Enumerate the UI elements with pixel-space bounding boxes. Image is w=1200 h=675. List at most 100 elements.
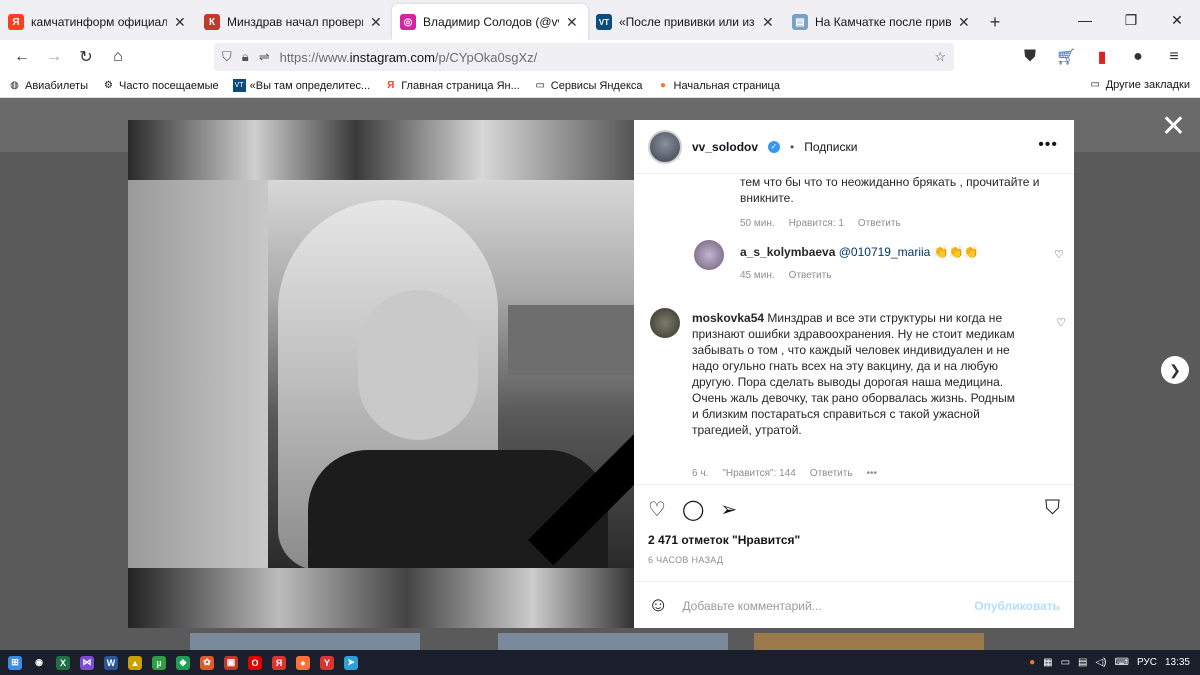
- pocket-icon[interactable]: ⛊: [1014, 42, 1046, 72]
- system-tray: ● ▦ ▭ ▤ ◁) ⌨ РУС 13:35: [1029, 650, 1190, 675]
- app-icon[interactable]: ⋈: [80, 655, 94, 670]
- close-icon[interactable]: ✕: [762, 14, 776, 31]
- comment-username[interactable]: moskovka54: [692, 311, 764, 325]
- restore-icon[interactable]: ❐: [1108, 0, 1154, 40]
- publish-button[interactable]: Опубликовать: [974, 599, 1060, 613]
- post-photo[interactable]: [128, 120, 634, 628]
- network-icon[interactable]: ▤: [1078, 657, 1087, 668]
- avatar[interactable]: [650, 308, 680, 338]
- bookmark-item[interactable]: VT «Вы там определитес...: [232, 79, 370, 92]
- verified-icon: ✓: [768, 140, 781, 153]
- telegram-icon[interactable]: ➤: [344, 655, 358, 670]
- likes-count[interactable]: 2 471 отметок "Нравится": [648, 533, 800, 547]
- avatar[interactable]: [694, 240, 724, 270]
- keyboard-icon[interactable]: ⌨: [1115, 657, 1129, 668]
- username[interactable]: vv_solodov: [692, 140, 758, 154]
- excel-icon[interactable]: X: [56, 655, 70, 670]
- firefox-icon[interactable]: ●: [1029, 657, 1035, 668]
- vt-icon: VT: [232, 79, 246, 92]
- wifi-icon[interactable]: ◉: [32, 656, 46, 670]
- avatar[interactable]: [648, 129, 682, 164]
- toolbar-right: ⛊ 🛒︎ ▮ ● ≡: [1014, 42, 1190, 72]
- close-icon[interactable]: ✕: [174, 14, 188, 31]
- word-icon[interactable]: W: [104, 655, 118, 670]
- close-window-icon[interactable]: ✕: [1154, 0, 1200, 40]
- app-icon[interactable]: ◆: [176, 655, 190, 670]
- volume-icon[interactable]: ◁): [1095, 657, 1106, 668]
- app-icon[interactable]: Я: [272, 655, 286, 670]
- reload-icon[interactable]: ↻: [70, 42, 102, 72]
- star-icon[interactable]: ☆: [934, 49, 946, 65]
- bookmark-item[interactable]: Я Главная страница Ян...: [384, 79, 520, 92]
- shield-icon[interactable]: ⛉: [222, 49, 232, 65]
- app-icon[interactable]: ✿: [200, 655, 214, 670]
- close-icon[interactable]: ✕: [370, 14, 384, 31]
- clock[interactable]: 13:35: [1165, 657, 1190, 668]
- network-icon[interactable]: ▦: [1043, 657, 1052, 668]
- url-text[interactable]: https://www.instagram.com/p/CYpOka0sgXz/: [280, 50, 925, 65]
- permissions-icon[interactable]: ⇌: [259, 49, 270, 65]
- comment-input[interactable]: Добавьте комментарий...: [682, 599, 960, 613]
- yandex-browser-icon[interactable]: Y: [320, 655, 334, 670]
- app-icon[interactable]: ▲: [128, 655, 142, 670]
- home-icon[interactable]: ⌂: [102, 42, 134, 72]
- new-tab-button[interactable]: +: [980, 4, 1010, 40]
- reply-button[interactable]: Ответить: [810, 468, 853, 479]
- like-comment-icon[interactable]: ♡: [1054, 248, 1064, 261]
- opera-icon[interactable]: O: [248, 655, 262, 670]
- next-arrow-icon[interactable]: ❯: [1161, 356, 1189, 384]
- start-icon[interactable]: ⊞: [8, 655, 22, 670]
- bookmark-icon[interactable]: ⛉: [1045, 497, 1060, 520]
- tab-4[interactable]: ▤ На Камчатке после прививки ✕: [784, 4, 980, 40]
- battery-icon[interactable]: ▭: [1061, 657, 1070, 668]
- other-bookmarks[interactable]: ▭ Другие закладки: [1089, 78, 1190, 91]
- post-time: 6 ЧАСОВ НАЗАД: [648, 555, 724, 565]
- more-options-icon[interactable]: •••: [867, 468, 878, 479]
- tab-3[interactable]: VT «После прививки или из-за пр ✕: [588, 4, 784, 40]
- lock-icon[interactable]: 🔒︎: [242, 49, 249, 65]
- firefox-icon[interactable]: ●: [296, 655, 310, 670]
- like-comment-icon[interactable]: ♡: [1056, 316, 1066, 329]
- folder-icon: ▭: [535, 80, 545, 91]
- tab-2-active[interactable]: ◎ Владимир Солодов (@vv_solo ✕: [392, 4, 588, 40]
- account-icon[interactable]: ●: [1122, 42, 1154, 72]
- close-icon[interactable]: ✕: [1161, 112, 1186, 142]
- menu-icon[interactable]: ≡: [1158, 42, 1190, 72]
- emoji-icon[interactable]: ☺: [648, 594, 668, 617]
- extension-icon[interactable]: ▮: [1086, 42, 1118, 72]
- more-options-icon[interactable]: •••: [1038, 136, 1058, 154]
- share-icon[interactable]: ➢: [720, 497, 737, 522]
- bookmark-item[interactable]: ◍ Авиабилеты: [8, 79, 88, 92]
- post-actions: ♡ ◯ ➢ ⛉ 2 471 отметок "Нравится" 6 ЧАСОВ…: [634, 484, 1074, 628]
- bookmark-folder[interactable]: ▭ Сервисы Яндекса: [534, 79, 643, 92]
- bookmark-item[interactable]: ⚙ Часто посещаемые: [102, 79, 219, 92]
- minimize-icon[interactable]: —: [1062, 0, 1108, 40]
- comment-meta: 45 мин. Ответить: [740, 270, 832, 281]
- reply-button[interactable]: Ответить: [789, 270, 832, 281]
- tab-title: На Камчатке после прививки: [815, 15, 951, 29]
- tab-1[interactable]: К Минздрав начал проверку по ✕: [196, 4, 392, 40]
- comment-icon[interactable]: ◯: [682, 497, 704, 522]
- close-icon[interactable]: ✕: [566, 14, 580, 31]
- app-icon[interactable]: ▣: [224, 655, 238, 670]
- yandex-icon: Я: [8, 14, 24, 30]
- tab-0[interactable]: Я камчатинформ официальный ✕: [0, 4, 196, 40]
- taskbar: ⊞ ◉ X ⋈ W ▲ µ ◆ ✿ ▣ O Я ● Y ➤ ● ▦ ▭ ▤ ◁)…: [0, 650, 1200, 675]
- emoji: 👏👏👏: [933, 245, 979, 259]
- cart-icon[interactable]: 🛒︎: [1050, 42, 1082, 72]
- language-indicator[interactable]: РУС: [1137, 657, 1157, 668]
- heart-icon[interactable]: ♡: [648, 497, 666, 522]
- bookmarks-bar: ◍ Авиабилеты ⚙ Часто посещаемые VT «Вы там …: [0, 74, 1200, 98]
- reply-button[interactable]: Ответить: [858, 218, 901, 229]
- forward-icon[interactable]: →: [38, 42, 70, 72]
- comment-meta: 6 ч. "Нравится": 144 Ответить •••: [692, 468, 878, 479]
- following-button[interactable]: Подписки: [804, 140, 857, 154]
- back-icon[interactable]: ←: [6, 42, 38, 72]
- tab-title: «После прививки или из-за пр: [619, 15, 755, 29]
- url-bar[interactable]: ⛉ 🔒︎ ⇌ https://www.instagram.com/p/CYpOk…: [214, 43, 954, 71]
- bookmark-item[interactable]: ● Начальная страница: [657, 79, 780, 92]
- close-icon[interactable]: ✕: [958, 14, 972, 31]
- utorrent-icon[interactable]: µ: [152, 655, 166, 670]
- comment-username[interactable]: a_s_kolymbaeva: [740, 245, 835, 259]
- mention-link[interactable]: @010719_mariia: [839, 245, 931, 259]
